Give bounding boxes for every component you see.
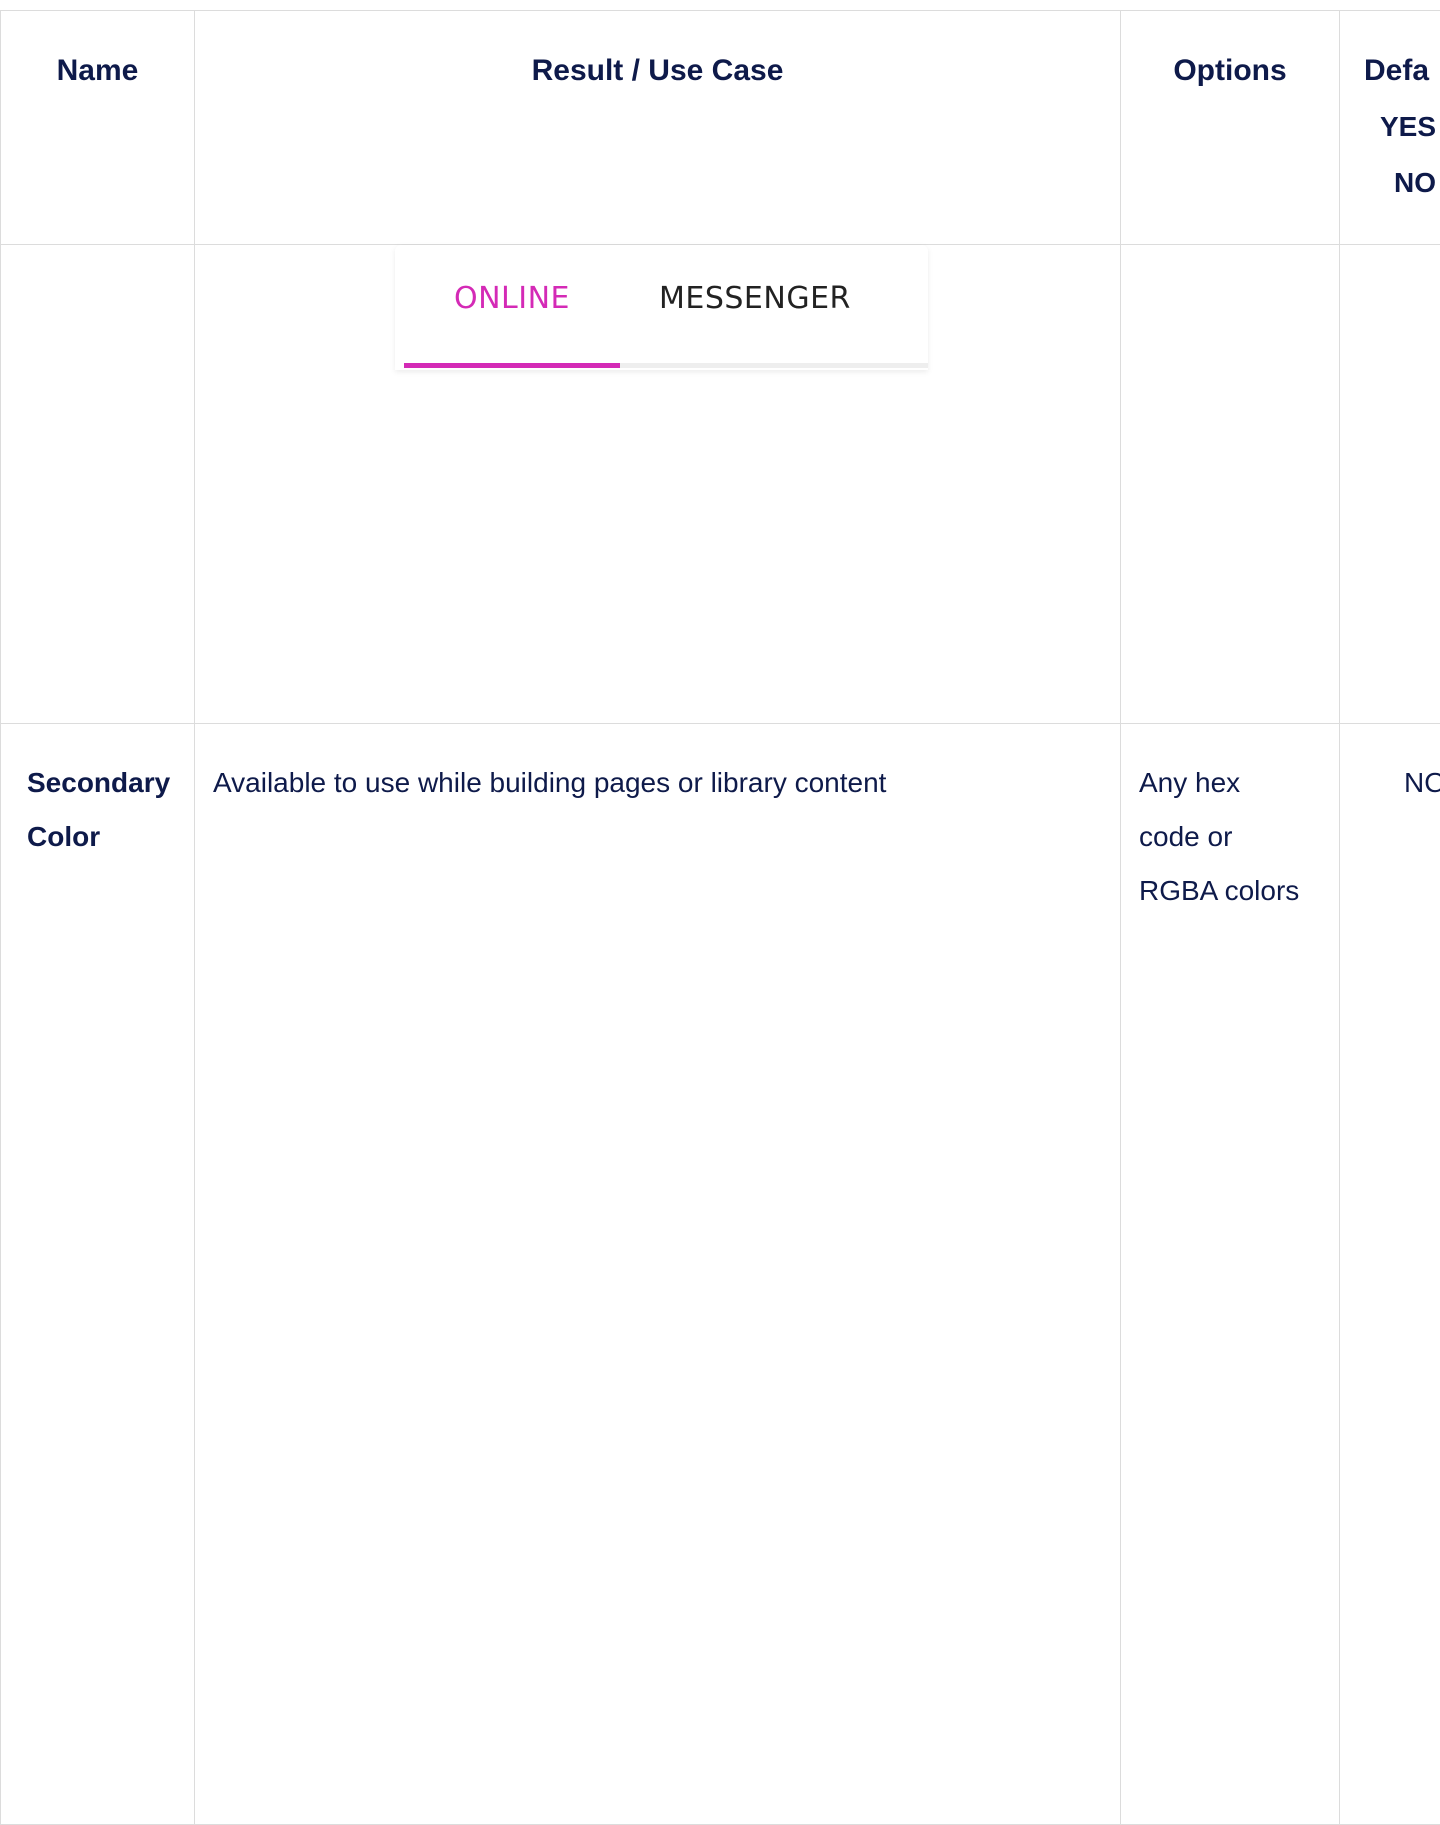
- default-value: NO: [1340, 724, 1440, 810]
- cell-result: Available to use while building pages or…: [195, 724, 1121, 1825]
- name-line-2: Color: [27, 810, 194, 864]
- name-line-1: Secondary: [27, 756, 194, 810]
- header-result: Result / Use Case: [195, 11, 1121, 245]
- preview-tab-bar: ONLINE MESSENGER: [404, 245, 928, 368]
- settings-table: Name Result / Use Case Options Defa YES …: [0, 10, 1440, 1825]
- options-line-1: Any hex: [1139, 756, 1329, 810]
- options-line-3: RGBA colors: [1139, 864, 1329, 918]
- cell-default-empty: [1340, 245, 1440, 724]
- header-default: Defa YES NO: [1340, 11, 1440, 245]
- header-default-yes: YES: [1364, 99, 1440, 155]
- settings-table-wrapper: Name Result / Use Case Options Defa YES …: [0, 10, 1440, 1819]
- cell-name: Secondary Color: [1, 724, 195, 1825]
- options-line-2: code or: [1139, 810, 1329, 864]
- header-options: Options: [1121, 11, 1340, 245]
- cell-options: Any hex code or RGBA colors: [1121, 724, 1340, 1825]
- cell-result-preview: ONLINE MESSENGER: [195, 245, 1121, 724]
- cell-options-empty: [1121, 245, 1340, 724]
- preview-tab-messenger: MESSENGER: [659, 281, 851, 316]
- header-options-label: Options: [1121, 11, 1339, 99]
- table-header-row: Name Result / Use Case Options Defa YES …: [1, 11, 1440, 245]
- table-row: Secondary Color Available to use while b…: [1, 724, 1440, 1825]
- header-name: Name: [1, 11, 195, 245]
- cell-name-empty: [1, 245, 195, 724]
- header-name-label: Name: [1, 11, 194, 99]
- active-tab-indicator: [404, 363, 620, 368]
- header-default-no: NO: [1364, 155, 1440, 211]
- result-text: Available to use while building pages or…: [195, 724, 1120, 810]
- preview-tab-online: ONLINE: [454, 281, 570, 316]
- tabs-preview-image: ONLINE MESSENGER: [395, 245, 928, 370]
- header-default-label: Defa: [1364, 43, 1440, 99]
- cell-default: NO: [1340, 724, 1440, 1825]
- table-row: ONLINE MESSENGER: [1, 245, 1440, 724]
- header-result-label: Result / Use Case: [195, 11, 1120, 99]
